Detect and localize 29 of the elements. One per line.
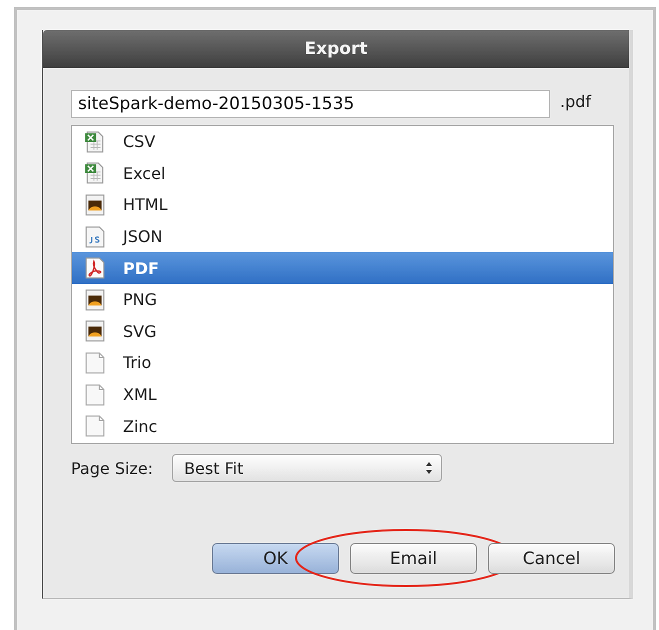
stepper-arrows-icon (425, 461, 434, 475)
image-file-icon (84, 194, 106, 216)
format-item[interactable]: PDF (72, 252, 613, 284)
page-size-label: Page Size: (71, 458, 154, 478)
script-file-icon (84, 226, 106, 248)
spreadsheet-icon (84, 130, 106, 153)
pdf-file-icon (84, 257, 106, 280)
format-item[interactable]: Trio (72, 347, 613, 379)
extension-label: .pdf (560, 92, 592, 110)
page-size-dropdown[interactable]: Best Fit (172, 454, 442, 482)
spreadsheet-icon (84, 162, 106, 184)
filename-field[interactable]: siteSpark-demo-20150305-1535 (71, 90, 550, 118)
dialog-button[interactable]: Cancel (488, 543, 615, 574)
dialog-button[interactable]: OK (212, 543, 339, 574)
format-item[interactable]: Excel (72, 158, 613, 190)
blank-file-icon (84, 352, 106, 374)
dialog-button[interactable]: Email (350, 543, 477, 574)
image-file-icon (84, 320, 106, 342)
format-item[interactable]: JSON (72, 220, 613, 252)
format-item[interactable]: PNG (72, 284, 613, 316)
format-item[interactable]: SVG (72, 316, 613, 348)
blank-file-icon (84, 415, 106, 438)
format-item[interactable]: HTML (72, 189, 613, 221)
format-item[interactable]: XML (72, 378, 613, 410)
blank-file-icon (84, 384, 106, 406)
window-title: Export (304, 39, 368, 59)
image-file-icon (84, 288, 106, 311)
format-item[interactable]: Zinc (72, 410, 613, 442)
format-item[interactable]: CSV (72, 126, 613, 158)
